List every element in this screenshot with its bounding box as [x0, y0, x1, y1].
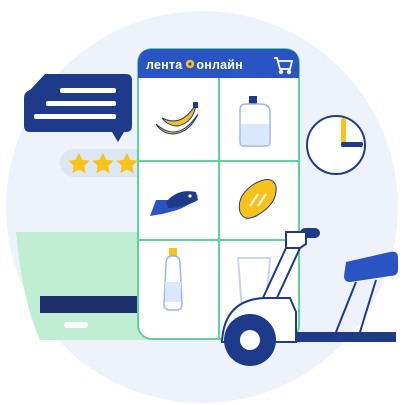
brand-right-label: онлайн: [196, 58, 243, 72]
brand-title: лента онлайн: [146, 58, 296, 74]
chat-bubble-icon: [24, 74, 132, 142]
clock-icon: [306, 115, 366, 175]
truck-icon: [16, 232, 145, 340]
brand-left-label: лента: [146, 58, 183, 72]
